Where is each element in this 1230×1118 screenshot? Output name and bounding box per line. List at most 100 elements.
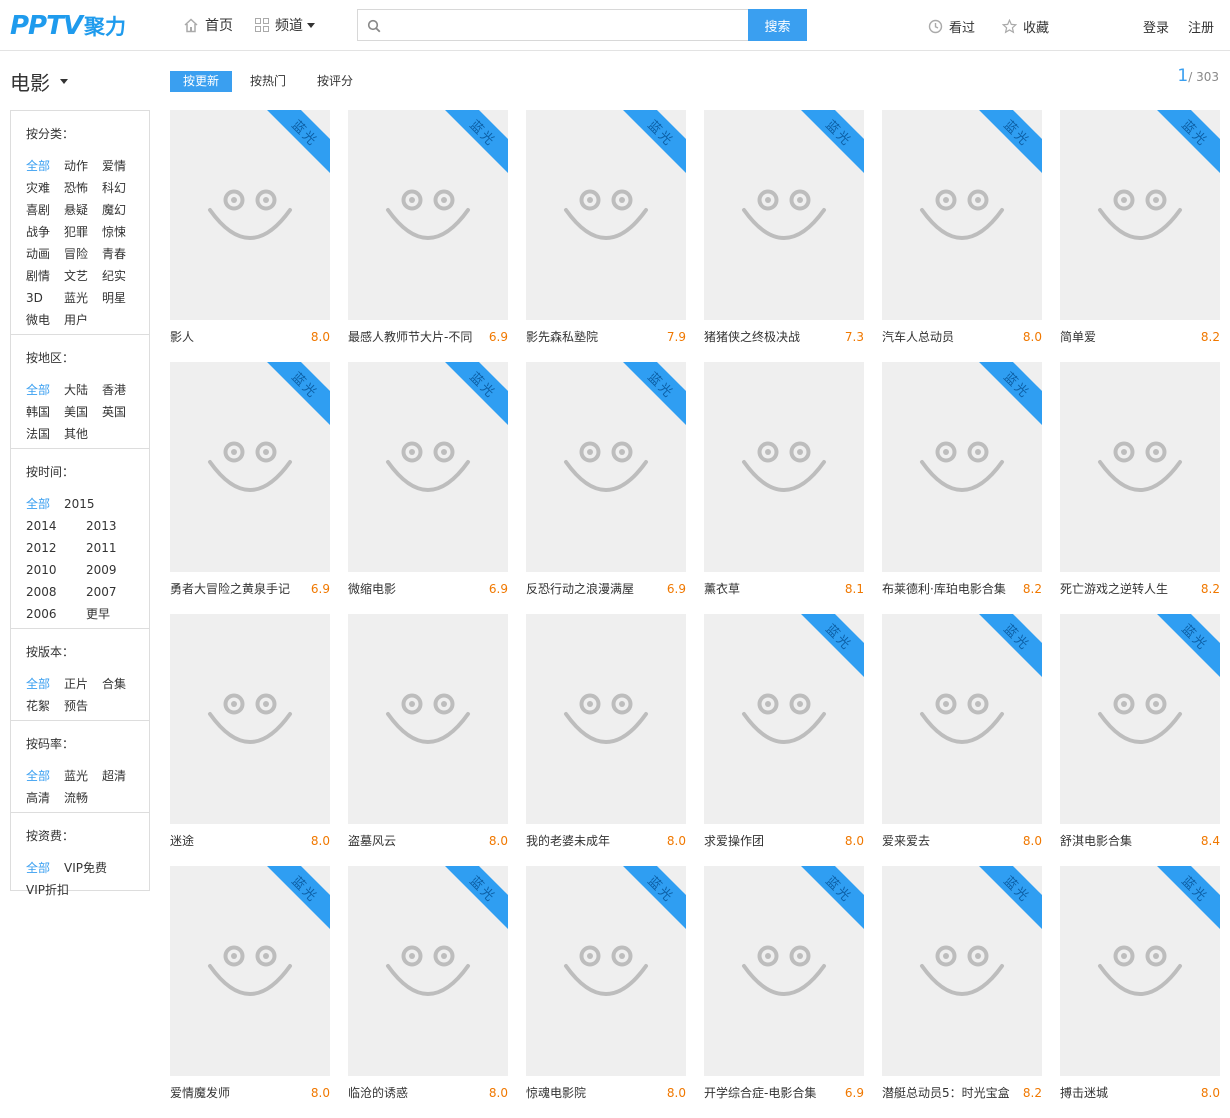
favorites-link[interactable]: 收藏 xyxy=(1002,17,1049,36)
movie-card[interactable]: 死亡游戏之逆转人生 8.2 xyxy=(1060,362,1220,602)
filter-option[interactable]: 魔幻 xyxy=(102,202,140,224)
movie-title[interactable]: 微缩电影 xyxy=(348,580,478,598)
register-link[interactable]: 注册 xyxy=(1188,17,1214,36)
filter-option[interactable]: 纪实 xyxy=(102,268,140,290)
movie-card[interactable]: 迷途 8.0 xyxy=(170,614,330,854)
movie-title[interactable]: 影人 xyxy=(170,328,300,346)
movie-title[interactable]: 潜艇总动员5：时光宝盒 xyxy=(882,1084,1012,1102)
filter-option[interactable]: 蓝光 xyxy=(64,768,102,790)
filter-option[interactable]: 战争 xyxy=(26,224,64,246)
movie-title[interactable]: 开学综合症-电影合集 xyxy=(704,1084,834,1102)
filter-option[interactable]: 2009 xyxy=(86,562,146,584)
movie-title[interactable]: 最感人教师节大片-不同 xyxy=(348,328,478,346)
movie-card[interactable]: 蓝光 简单爱 8.2 xyxy=(1060,110,1220,350)
filter-option[interactable]: 蓝光 xyxy=(64,290,102,312)
movie-poster[interactable]: 蓝光 xyxy=(526,362,686,572)
filter-option[interactable]: 正片 xyxy=(64,676,102,698)
filter-option[interactable]: VIP免费 xyxy=(64,860,124,882)
movie-card[interactable]: 薰衣草 8.1 xyxy=(704,362,864,602)
movie-poster[interactable] xyxy=(526,614,686,824)
filter-option[interactable]: 香港 xyxy=(102,382,140,404)
search-button[interactable]: 搜索 xyxy=(748,9,807,41)
filter-option[interactable]: 全部 xyxy=(26,158,64,180)
movie-poster[interactable] xyxy=(704,362,864,572)
movie-card[interactable]: 蓝光 汽车人总动员 8.0 xyxy=(882,110,1042,350)
history-link[interactable]: 看过 xyxy=(928,17,975,36)
movie-card[interactable]: 蓝光 搏击迷城 8.0 xyxy=(1060,866,1220,1106)
filter-option[interactable]: VIP折扣 xyxy=(26,882,86,904)
movie-poster[interactable]: 蓝光 xyxy=(1060,110,1220,320)
movie-card[interactable]: 蓝光 惊魂电影院 8.0 xyxy=(526,866,686,1106)
pptv-logo[interactable]: PPTV 聚力 xyxy=(10,11,126,41)
movie-card[interactable]: 蓝光 临沧的诱惑 8.0 xyxy=(348,866,508,1106)
movie-card[interactable]: 蓝光 反恐行动之浪漫满屋 6.9 xyxy=(526,362,686,602)
movie-title[interactable]: 爱情魔发师 xyxy=(170,1084,300,1102)
movie-title[interactable]: 布莱德利·库珀电影合集 xyxy=(882,580,1012,598)
movie-title[interactable]: 临沧的诱惑 xyxy=(348,1084,478,1102)
movie-title[interactable]: 求爱操作团 xyxy=(704,832,834,850)
filter-option[interactable]: 2006 xyxy=(26,606,86,628)
filter-option[interactable]: 预告 xyxy=(64,698,102,720)
filter-option[interactable]: 全部 xyxy=(26,676,64,698)
sort-tab[interactable]: 按评分 xyxy=(304,71,366,92)
filter-option[interactable]: 灾难 xyxy=(26,180,64,202)
sort-tab[interactable]: 按热门 xyxy=(237,71,299,92)
movie-poster[interactable]: 蓝光 xyxy=(704,866,864,1076)
movie-card[interactable]: 蓝光 布莱德利·库珀电影合集 8.2 xyxy=(882,362,1042,602)
filter-option[interactable]: 全部 xyxy=(26,496,64,518)
movie-title[interactable]: 我的老婆未成年 xyxy=(526,832,656,850)
filter-option[interactable]: 科幻 xyxy=(102,180,140,202)
filter-option[interactable]: 韩国 xyxy=(26,404,64,426)
filter-option[interactable]: 犯罪 xyxy=(64,224,102,246)
movie-poster[interactable]: 蓝光 xyxy=(1060,614,1220,824)
movie-title[interactable]: 盗墓风云 xyxy=(348,832,478,850)
filter-option[interactable]: 流畅 xyxy=(64,790,102,812)
movie-card[interactable]: 蓝光 猪猪侠之终极决战 7.3 xyxy=(704,110,864,350)
movie-title[interactable]: 反恐行动之浪漫满屋 xyxy=(526,580,656,598)
movie-title[interactable]: 惊魂电影院 xyxy=(526,1084,656,1102)
category-selector[interactable]: 电影 xyxy=(10,67,68,96)
filter-option[interactable]: 2010 xyxy=(26,562,86,584)
filter-option[interactable]: 明星 xyxy=(102,290,140,312)
movie-card[interactable]: 蓝光 舒淇电影合集 8.4 xyxy=(1060,614,1220,854)
movie-poster[interactable]: 蓝光 xyxy=(170,866,330,1076)
movie-card[interactable]: 蓝光 最感人教师节大片-不同 6.9 xyxy=(348,110,508,350)
filter-option[interactable]: 合集 xyxy=(102,676,140,698)
movie-card[interactable]: 蓝光 勇者大冒险之黄泉手记 6.9 xyxy=(170,362,330,602)
filter-option[interactable]: 冒险 xyxy=(64,246,102,268)
movie-title[interactable]: 迷途 xyxy=(170,832,300,850)
filter-option[interactable]: 悬疑 xyxy=(64,202,102,224)
movie-poster[interactable]: 蓝光 xyxy=(170,362,330,572)
movie-card[interactable]: 蓝光 潜艇总动员5：时光宝盒 8.2 xyxy=(882,866,1042,1106)
filter-option[interactable]: 恐怖 xyxy=(64,180,102,202)
movie-card[interactable]: 蓝光 爱情魔发师 8.0 xyxy=(170,866,330,1106)
filter-option[interactable]: 喜剧 xyxy=(26,202,64,224)
movie-poster[interactable]: 蓝光 xyxy=(882,362,1042,572)
filter-option[interactable]: 超清 xyxy=(102,768,140,790)
movie-card[interactable]: 蓝光 影人 8.0 xyxy=(170,110,330,350)
filter-option[interactable]: 2013 xyxy=(86,518,146,540)
movie-title[interactable]: 影先森私塾院 xyxy=(526,328,656,346)
filter-option[interactable]: 爱情 xyxy=(102,158,140,180)
movie-poster[interactable]: 蓝光 xyxy=(526,110,686,320)
filter-option[interactable]: 惊悚 xyxy=(102,224,140,246)
movie-title[interactable]: 舒淇电影合集 xyxy=(1060,832,1190,850)
nav-channel[interactable]: 频道 xyxy=(255,15,315,35)
filter-option[interactable]: 全部 xyxy=(26,860,64,882)
movie-title[interactable]: 爱来爱去 xyxy=(882,832,1012,850)
movie-poster[interactable]: 蓝光 xyxy=(704,614,864,824)
filter-option[interactable]: 2014 xyxy=(26,518,86,540)
filter-option[interactable]: 动画 xyxy=(26,246,64,268)
filter-option[interactable]: 2015 xyxy=(64,496,124,518)
movie-card[interactable]: 盗墓风云 8.0 xyxy=(348,614,508,854)
movie-title[interactable]: 薰衣草 xyxy=(704,580,834,598)
movie-title[interactable]: 汽车人总动员 xyxy=(882,328,1012,346)
movie-poster[interactable]: 蓝光 xyxy=(704,110,864,320)
movie-poster[interactable] xyxy=(170,614,330,824)
movie-card[interactable]: 我的老婆未成年 8.0 xyxy=(526,614,686,854)
filter-option[interactable]: 高清 xyxy=(26,790,64,812)
movie-poster[interactable]: 蓝光 xyxy=(348,362,508,572)
filter-option[interactable]: 其他 xyxy=(64,426,102,448)
filter-option[interactable]: 法国 xyxy=(26,426,64,448)
filter-option[interactable]: 用户 xyxy=(64,312,102,334)
